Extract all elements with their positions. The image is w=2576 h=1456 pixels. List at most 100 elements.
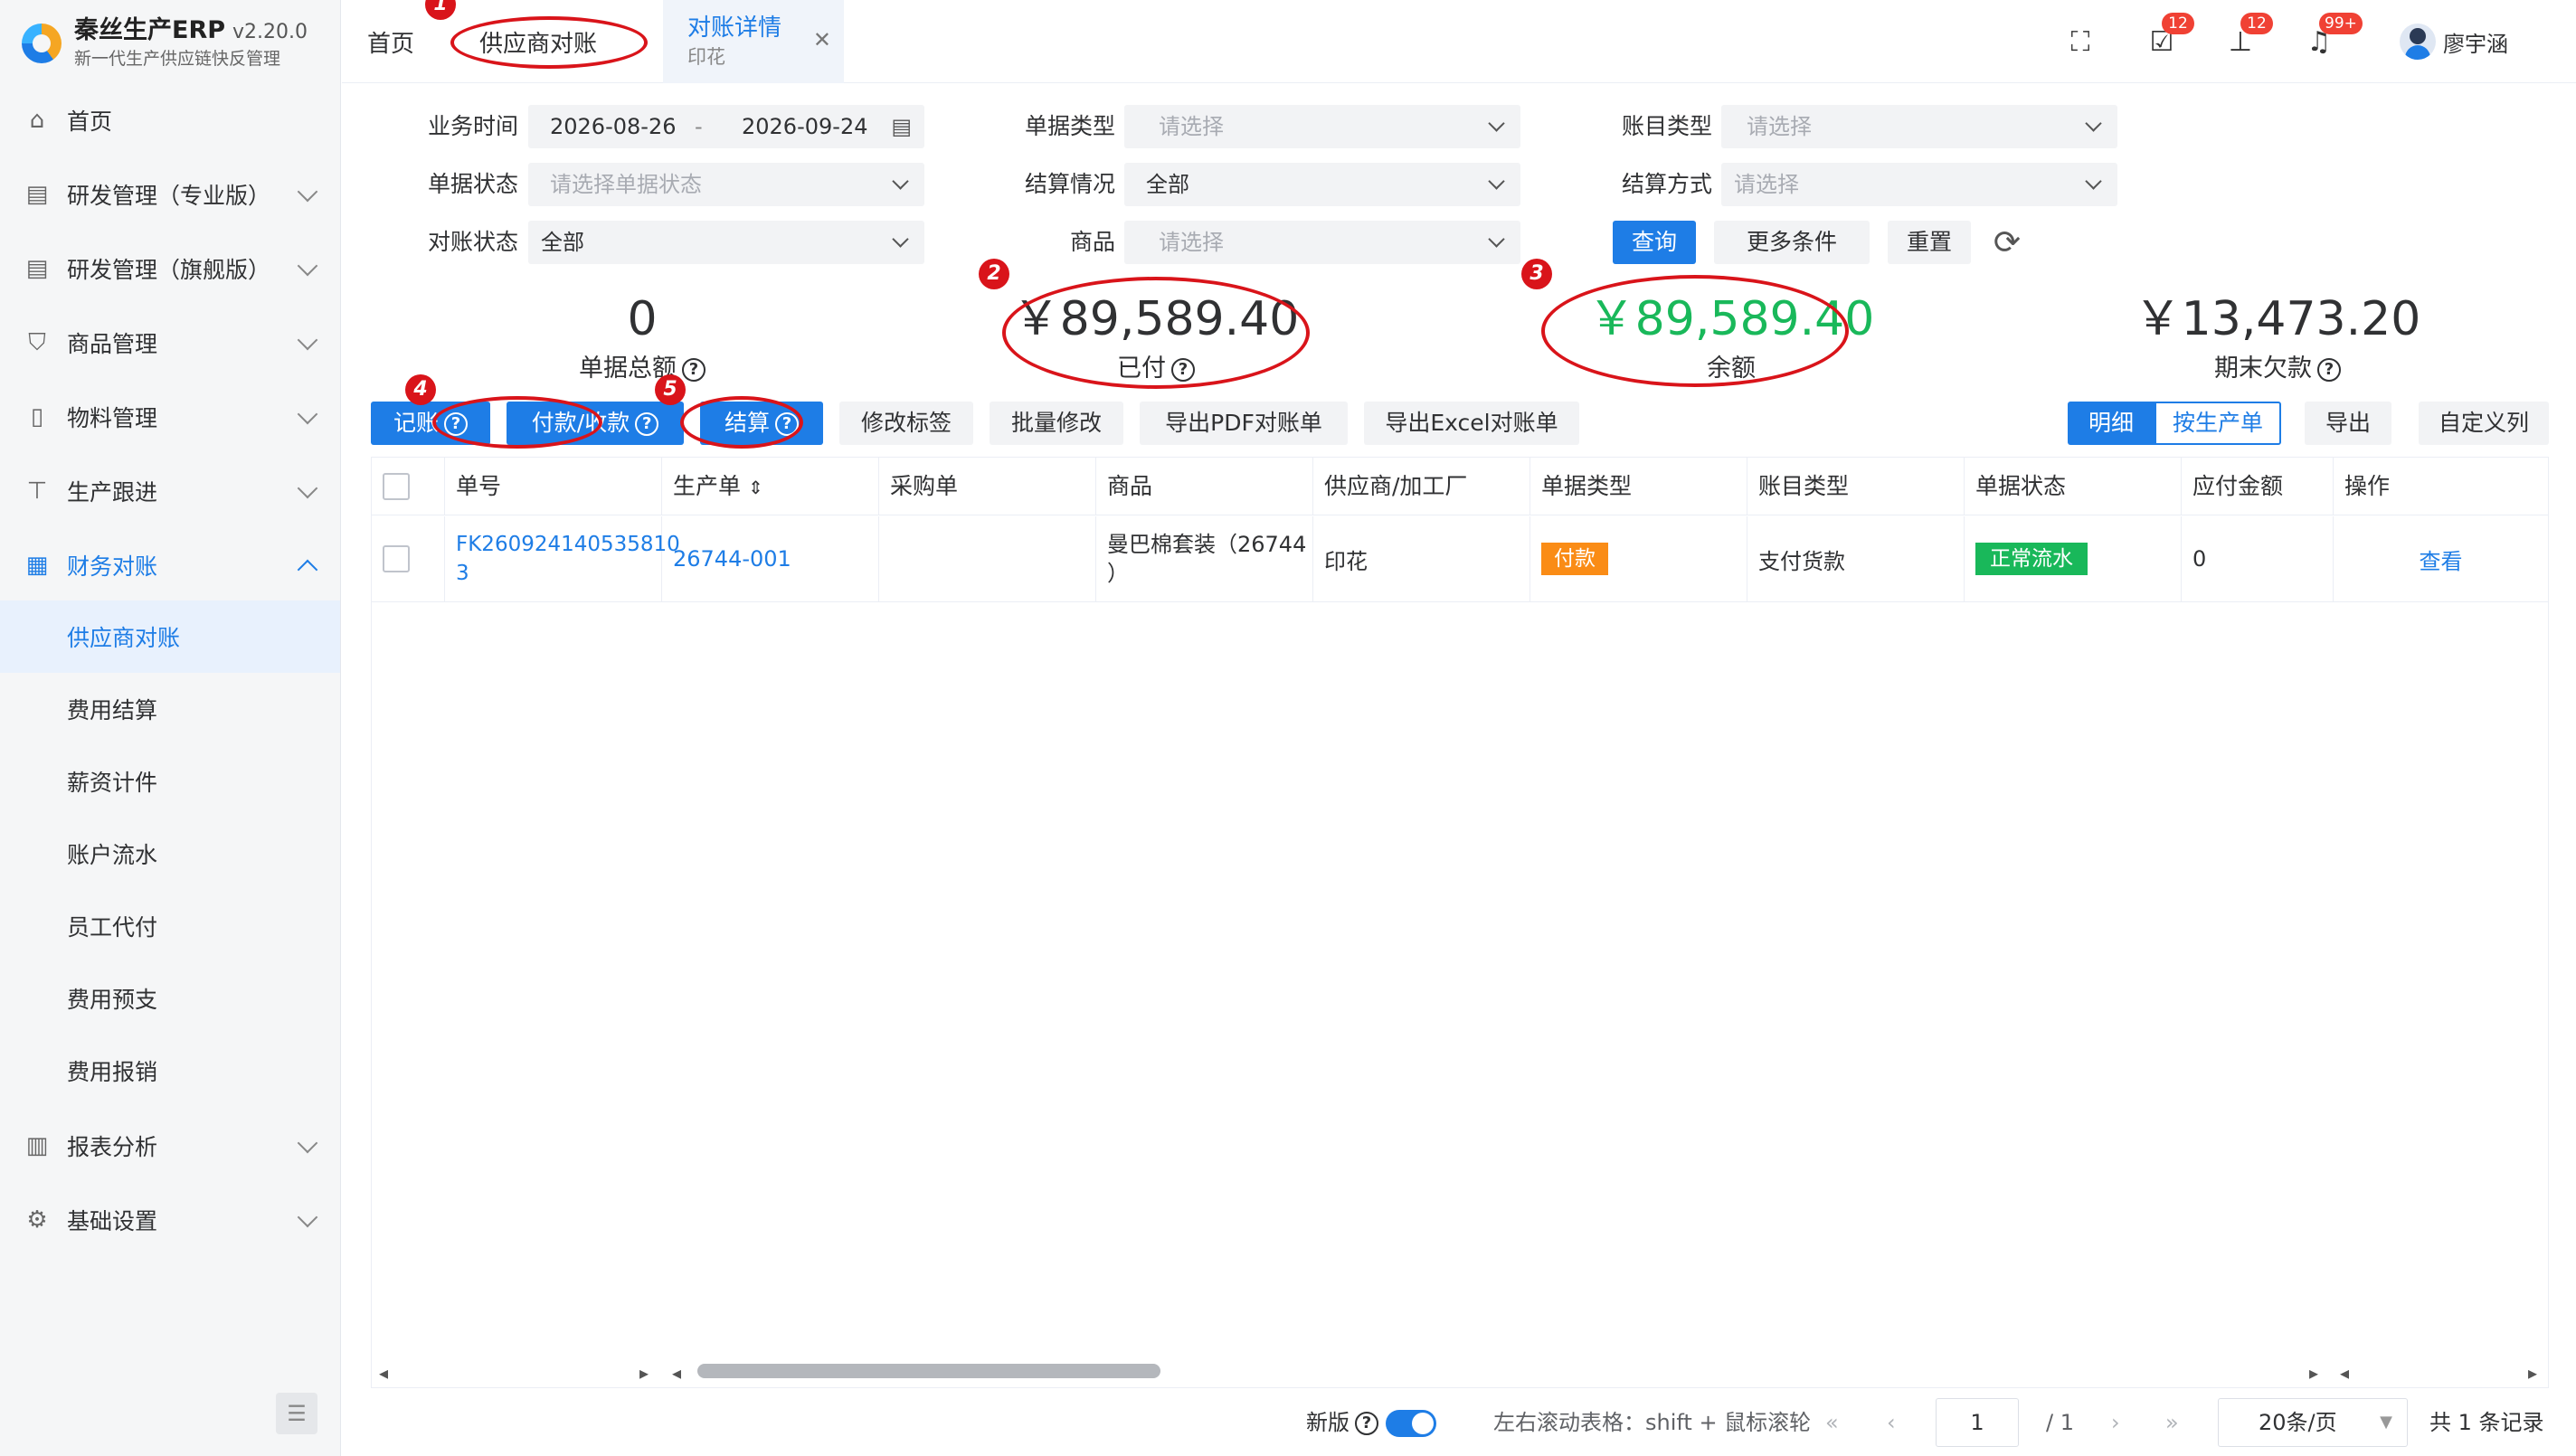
notification-badge: 99+ <box>2319 13 2363 34</box>
select-all-cell <box>372 458 445 515</box>
scroll-left-icon[interactable]: ◂ <box>379 1362 388 1384</box>
more-conditions-button[interactable]: 更多条件 <box>1714 221 1870 264</box>
bar-chart-icon: ▥ <box>25 1132 49 1159</box>
reset-button[interactable]: 重置 <box>1888 221 1971 264</box>
sidebar-item-settings[interactable]: ⚙ 基础设置 <box>0 1183 340 1257</box>
scroll-right-icon[interactable]: ▸ <box>2528 1362 2537 1384</box>
sidebar-item-label: 首页 <box>67 109 113 135</box>
recon-status-select[interactable]: 全部 <box>528 221 924 264</box>
help-icon: ? <box>1355 1412 1378 1435</box>
acct-type-select[interactable]: 请选择 <box>1721 105 2117 148</box>
settle-method-select[interactable]: 请选择 <box>1721 163 2117 206</box>
close-icon[interactable]: ✕ <box>813 27 831 52</box>
goods-line: 曼巴棉套装（26744 <box>1107 532 1307 557</box>
export-excel-button[interactable]: 导出Excel对账单 <box>1364 402 1579 445</box>
edit-tag-button[interactable]: 修改标签 <box>839 402 973 445</box>
page-size-select[interactable]: 20条/页 ▼ <box>2218 1398 2408 1447</box>
scroll-left-icon[interactable]: ◂ <box>672 1362 681 1384</box>
status-cell: 正常流水 <box>1965 516 2182 602</box>
col-header: 商品 <box>1096 458 1313 515</box>
scroll-right-icon[interactable]: ▸ <box>2309 1362 2318 1384</box>
prev-page-icon[interactable]: ‹ <box>1887 1389 1896 1456</box>
bell-icon[interactable]: ♫ 99+ <box>2299 13 2363 61</box>
view-by-order-toggle[interactable]: 按生产单 <box>2155 402 2281 445</box>
view-detail-toggle[interactable]: 明细 <box>2068 402 2155 445</box>
settle-select[interactable]: 全部 <box>1124 163 1520 206</box>
tab-title: 对账详情 <box>687 14 782 42</box>
sidebar-sub-piece-salary[interactable]: 薪资计件 <box>0 745 340 818</box>
total-pages: / 1 <box>2046 1410 2074 1435</box>
placeholder: 请选择 <box>1734 172 1799 197</box>
page-input[interactable]: 1 <box>1936 1398 2019 1447</box>
sidebar-item-label: 研发管理（旗舰版） <box>67 257 271 283</box>
col-header-order[interactable]: 生产单 ⇕ <box>662 458 879 515</box>
scroll-hint: 左右滚动表格：shift + 鼠标滚轮 <box>1493 1410 1812 1435</box>
new-version-toggle[interactable]: 新版? <box>1306 1389 1436 1456</box>
first-page-icon[interactable]: « <box>1825 1389 1839 1456</box>
doc-status-label: 单据状态 <box>427 171 518 197</box>
date-range-picker[interactable]: 2026-08-26 - 2026-09-24 ▤ <box>528 105 924 148</box>
scroll-left-icon[interactable]: ◂ <box>2340 1362 2349 1384</box>
col-header: 单据状态 <box>1965 458 2182 515</box>
sidebar-item-rd-flagship[interactable]: ▤ 研发管理（旗舰版） <box>0 232 340 306</box>
chevron-down-icon <box>297 329 318 351</box>
scroll-right-icon[interactable]: ▸ <box>639 1362 649 1384</box>
date-separator: - <box>695 114 703 139</box>
gear-icon: ⚙ <box>26 1206 48 1234</box>
sidebar-sub-account-flow[interactable]: 账户流水 <box>0 818 340 890</box>
col-header: 应付金额 <box>2182 458 2334 515</box>
horizontal-scrollbar[interactable]: ◂ ▸ ◂ ▸ ◂ ▸ <box>372 1353 2548 1385</box>
scroll-thumb[interactable] <box>697 1364 1160 1378</box>
fullscreen-icon[interactable]: ⛶ <box>2060 22 2100 61</box>
doc-type-select[interactable]: 请选择 <box>1124 105 1520 148</box>
sidebar-item-rd-pro[interactable]: ▤ 研发管理（专业版） <box>0 157 340 232</box>
goods-select[interactable]: 请选择 <box>1124 221 1520 264</box>
next-page-icon[interactable]: › <box>2111 1389 2120 1456</box>
row-checkbox[interactable] <box>383 545 410 572</box>
annotation-number: 2 <box>979 259 1009 289</box>
sidebar-sub-expense-settle[interactable]: 费用结算 <box>0 673 340 745</box>
batch-edit-button[interactable]: 批量修改 <box>990 402 1123 445</box>
app-logo[interactable]: 秦丝生产ERP v2.20.0 新一代生产供应链快反管理 <box>22 13 308 74</box>
toggle-switch[interactable] <box>1385 1410 1436 1437</box>
user-menu[interactable]: 廖宇涵 <box>2400 24 2508 60</box>
tab-home[interactable]: 首页 <box>367 0 414 83</box>
approval-icon[interactable]: ⊥ 12 <box>2221 13 2273 61</box>
last-page-icon[interactable]: » <box>2165 1389 2179 1456</box>
task-icon[interactable]: ☑ 12 <box>2142 13 2194 61</box>
help-icon[interactable]: ? <box>2317 357 2341 382</box>
app-slogan: 新一代生产供应链快反管理 <box>74 49 281 69</box>
sidebar-item-reports[interactable]: ▥ 报表分析 <box>0 1109 340 1183</box>
document-icon: ▯ <box>30 403 44 430</box>
sidebar-item-finance[interactable]: ▦ 财务对账 <box>0 528 340 602</box>
sidebar-sub-supplier-recon[interactable]: 供应商对账 <box>0 600 340 673</box>
view-link[interactable]: 查看 <box>2334 516 2548 602</box>
recon-table: 单号 生产单 ⇕ 采购单 商品 供应商/加工厂 单据类型 账目类型 单据状态 应付… <box>371 457 2549 1388</box>
custom-columns-button[interactable]: 自定义列 <box>2419 402 2549 445</box>
collapse-sidebar-icon[interactable]: ☰ <box>276 1393 317 1434</box>
tab-recon-detail[interactable]: 对账详情 印花 ✕ <box>663 0 844 83</box>
stat-ending-debt: ￥13,473.20 期末欠款? <box>2097 288 2458 387</box>
col-header: 账目类型 <box>1747 458 1965 515</box>
sidebar-item-home[interactable]: ⌂ 首页 <box>0 83 340 157</box>
sidebar-item-production[interactable]: ⊤ 生产跟进 <box>0 454 340 528</box>
select-all-checkbox[interactable] <box>383 472 410 500</box>
sidebar-sub-expense-advance[interactable]: 费用预支 <box>0 962 340 1035</box>
export-pdf-button[interactable]: 导出PDF对账单 <box>1140 402 1348 445</box>
production-order-link[interactable]: 26744-001 <box>662 516 879 602</box>
sidebar-sub-expense-claim[interactable]: 费用报销 <box>0 1035 340 1107</box>
sidebar-item-goods[interactable]: ⛉ 商品管理 <box>0 306 340 380</box>
help-icon[interactable]: ? <box>682 357 706 382</box>
settle-method-label: 结算方式 <box>1621 171 1712 197</box>
sidebar-item-material[interactable]: ▯ 物料管理 <box>0 380 340 454</box>
annotation-ring <box>1002 277 1310 389</box>
goods-cell: 曼巴棉套装（26744 ） <box>1096 516 1313 602</box>
sidebar-sub-employee-pay[interactable]: 员工代付 <box>0 890 340 962</box>
doc-status-select[interactable]: 请选择单据状态 <box>528 163 924 206</box>
query-button[interactable]: 查询 <box>1613 221 1696 264</box>
stat-doc-total: 0 单据总额? <box>461 288 823 387</box>
export-button[interactable]: 导出 <box>2305 402 2391 445</box>
history-clock-icon[interactable]: ⟳ <box>1985 221 2029 264</box>
avatar <box>2400 24 2436 60</box>
doc-no-link[interactable]: FK260924140535810 3 <box>445 516 680 602</box>
